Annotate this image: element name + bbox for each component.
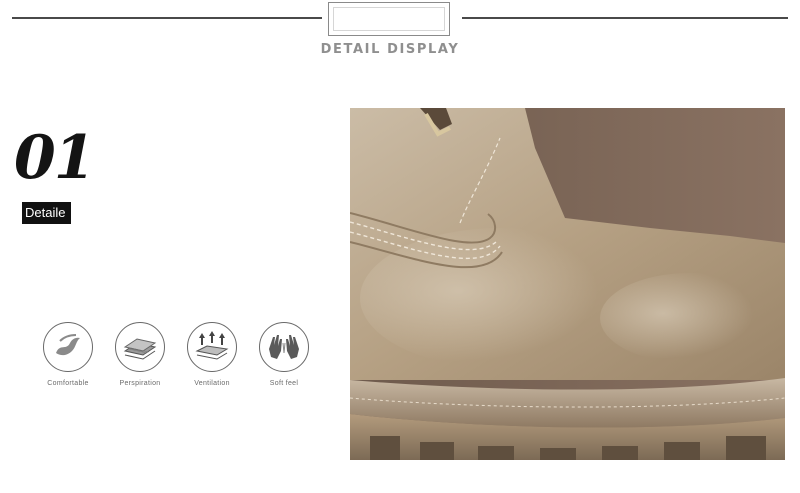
detail-number: 01 bbox=[14, 123, 95, 193]
soft-hands-icon bbox=[259, 322, 309, 372]
feature-comfortable: Comfortable bbox=[40, 322, 96, 387]
feature-label: Soft feel bbox=[269, 380, 299, 387]
ventilation-arrows-icon bbox=[187, 322, 237, 372]
feature-label: Ventilation bbox=[194, 380, 230, 387]
product-detail-photo bbox=[350, 108, 785, 460]
feature-soft-feel: Soft feel bbox=[256, 322, 312, 387]
perspiration-layers-icon bbox=[115, 322, 165, 372]
feature-ventilation: Ventilation bbox=[184, 322, 240, 387]
section-heading: DETAIL DISPLAY bbox=[320, 42, 460, 57]
header-frame bbox=[328, 2, 450, 36]
feature-label: Comfortable bbox=[47, 380, 89, 387]
detail-badge: Detaile bbox=[22, 202, 71, 224]
header-left-rule bbox=[12, 17, 322, 19]
header-right-rule bbox=[462, 17, 788, 19]
comfort-flame-icon bbox=[43, 322, 93, 372]
feature-label: Perspiration bbox=[119, 380, 161, 387]
feature-perspiration: Perspiration bbox=[112, 322, 168, 387]
